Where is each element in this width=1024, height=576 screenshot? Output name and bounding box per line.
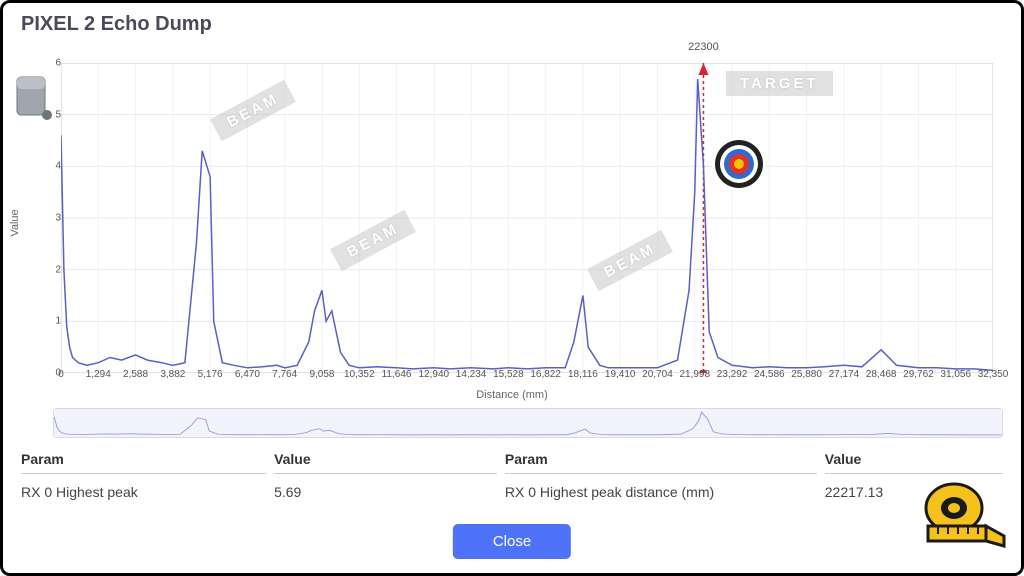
echo-dump-window: PIXEL 2 Echo Dump Value Distance (mm) 01… [0,0,1024,576]
param-name-0: RX 0 Highest peak [21,474,266,500]
y-tick-labels: 0123456 [43,63,61,373]
tape-measure-icon [916,478,1006,553]
echo-chart: Value Distance (mm) 0123456 01,2942,5883… [21,43,1003,403]
chart-overview-strip[interactable] [53,408,1003,438]
col-header-value: Value [274,451,497,474]
target-peak-label: 22300 [688,41,719,53]
x-tick-labels: 01,2942,5883,8825,1766,4707,7649,05810,3… [61,369,993,383]
y-axis-label: Value [9,209,21,236]
chart-plot [61,63,993,373]
target-annotation: TARGET [726,71,833,96]
page-title: PIXEL 2 Echo Dump [3,3,1021,36]
params-table: Param Value Param Value RX 0 Highest pea… [21,451,1003,500]
target-icon [713,138,765,195]
x-axis-label: Distance (mm) [476,389,548,401]
param-value-0: 5.69 [274,474,497,500]
param-name-1: RX 0 Highest peak distance (mm) [505,474,817,500]
col-header-value-2: Value [825,451,1003,474]
col-header-param-2: Param [505,451,817,474]
col-header-param: Param [21,451,266,474]
close-button[interactable]: Close [453,524,571,559]
